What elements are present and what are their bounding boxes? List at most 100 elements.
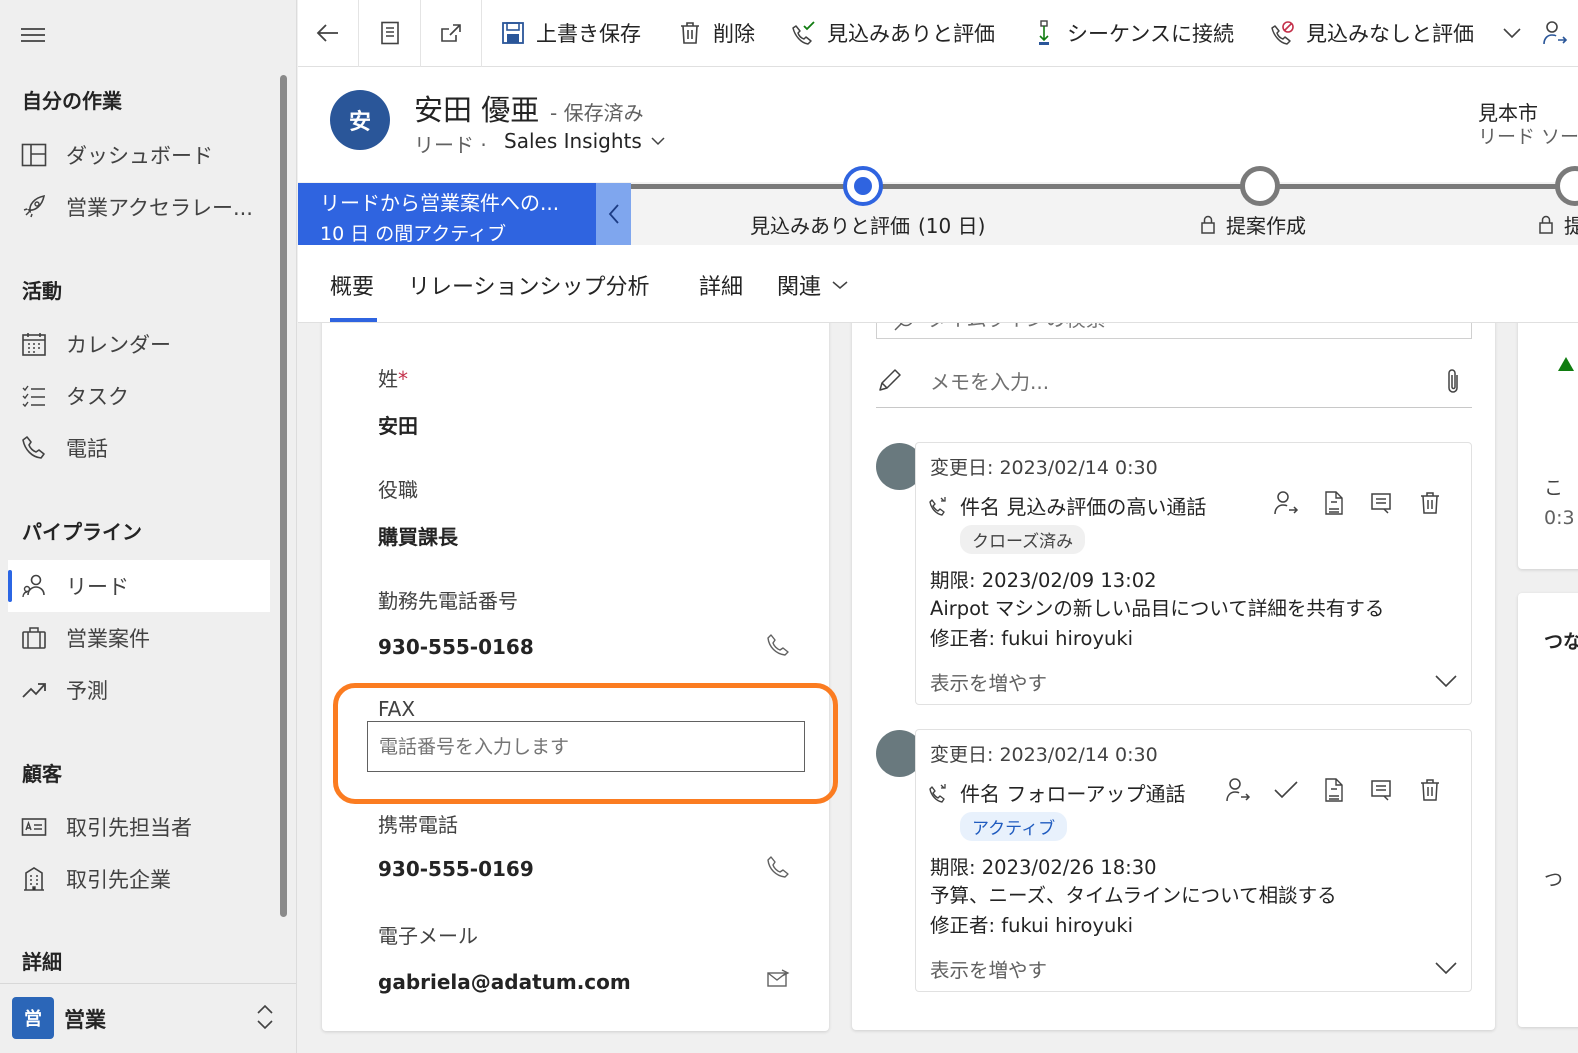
mobile-phone-value[interactable]: 930-555-0169: [378, 857, 534, 881]
tab-related[interactable]: 関連: [777, 269, 849, 301]
job-title-value[interactable]: 購買課長: [378, 521, 458, 550]
timeline-entry[interactable]: 変更日: 2023/02/14 0:30 件名 フォローアップ通話 アクティブ …: [915, 729, 1472, 992]
timeline-card: タイムラインの検索 メモを入力... 変更日: 2023/02/14 0:30 …: [852, 323, 1495, 1030]
entry-subject[interactable]: 件名 見込み評価の高い通話: [928, 491, 1206, 520]
timeline-search-placeholder: タイムラインの検索: [927, 323, 1106, 332]
checkmark-icon[interactable]: [1272, 776, 1300, 804]
job-title-label: 役職: [378, 478, 418, 502]
sidebar-scrollbar[interactable]: [280, 75, 287, 917]
stage-dot[interactable]: [1240, 166, 1280, 206]
email-value[interactable]: gabriela@adatum.com: [378, 970, 631, 994]
stage-qualify[interactable]: 見込みありと評価 (10 日): [750, 210, 985, 239]
delete-button[interactable]: 削除: [659, 0, 773, 67]
last-name-value[interactable]: 安田: [378, 410, 418, 439]
back-arrow-icon: [316, 23, 340, 43]
add-to-queue-icon[interactable]: [1320, 776, 1348, 804]
calendar-icon: [20, 330, 48, 358]
connect-sequence-button[interactable]: シーケンスに接続: [1013, 0, 1252, 67]
trend-up-arrow-icon: [1558, 357, 1574, 371]
assign-icon[interactable]: [1272, 489, 1300, 517]
hamburger-menu-icon[interactable]: [20, 24, 46, 46]
record-title: 安田 優亜: [414, 93, 540, 127]
open-record-icon[interactable]: [1368, 489, 1396, 517]
rocket-icon: [20, 193, 48, 221]
process-name-flyout[interactable]: リードから営業案件への... 10 日 の間アクティブ: [298, 183, 596, 245]
lock-icon: [1538, 215, 1554, 235]
disqualify-button[interactable]: 見込みなしと評価: [1252, 0, 1492, 67]
open-record-icon[interactable]: [1368, 776, 1396, 804]
tab-details[interactable]: 詳細: [699, 269, 743, 301]
briefcase-icon: [20, 624, 48, 652]
call-phone-icon[interactable]: [766, 855, 790, 879]
phone-call-icon: [929, 783, 946, 803]
dashboard-icon: [20, 141, 48, 169]
add-to-queue-icon[interactable]: [1320, 489, 1348, 517]
sidebar-item-forecast[interactable]: 予測: [8, 664, 270, 716]
sidebar-item-phone-calls[interactable]: 電話: [8, 422, 270, 474]
sidebar-item-sales-accelerator[interactable]: 営業アクセラレー...: [8, 181, 270, 233]
business-phone-value[interactable]: 930-555-0168: [378, 635, 534, 659]
more-commands-chevron[interactable]: [1492, 0, 1532, 67]
trash-icon[interactable]: [1416, 776, 1444, 804]
entry-modified-by: 修正者: fukui hiroyuki: [930, 627, 1134, 650]
sidebar-item-contacts[interactable]: 取引先担当者: [8, 801, 270, 853]
entity-name: リード ·: [414, 133, 487, 157]
phone-icon: [20, 434, 48, 462]
chevron-down-icon[interactable]: [1433, 667, 1459, 693]
timeline-search[interactable]: タイムラインの検索: [876, 323, 1472, 339]
entry-modified-by: 修正者: fukui hiroyuki: [930, 914, 1134, 937]
up-down-chevron-icon[interactable]: [253, 1002, 277, 1032]
entry-subject[interactable]: 件名 フォローアップ通話: [928, 778, 1186, 807]
task-list-icon: [20, 382, 48, 410]
stage-propose[interactable]: 提: [1538, 210, 1578, 239]
call-phone-icon[interactable]: [766, 633, 790, 657]
assign-icon[interactable]: [1224, 776, 1252, 804]
chevron-down-icon[interactable]: [1433, 954, 1459, 980]
building-icon: [20, 865, 48, 893]
tab-relationship-analytics[interactable]: リレーションシップ分析: [408, 269, 650, 301]
show-more-link[interactable]: 表示を増やす: [930, 954, 1047, 983]
stage-develop[interactable]: 提案作成: [1200, 210, 1306, 239]
group-details: 詳細: [22, 950, 62, 974]
pencil-icon: [879, 369, 901, 391]
sidebar-item-label: カレンダー: [66, 333, 171, 357]
timeline-entry[interactable]: 変更日: 2023/02/14 0:30 件名 見込み評価の高い通話 クローズ済…: [915, 442, 1472, 705]
show-more-link[interactable]: 表示を増やす: [930, 667, 1047, 696]
paperclip-icon[interactable]: [1442, 367, 1464, 395]
trash-icon[interactable]: [1416, 489, 1444, 517]
sidebar-item-label: リード: [66, 575, 129, 599]
stage-active-dot[interactable]: [843, 166, 883, 206]
fax-input[interactable]: [367, 721, 805, 772]
send-email-icon[interactable]: [766, 967, 790, 991]
sidebar-item-leads[interactable]: リード: [8, 560, 270, 612]
entry-due-date: 期限: 2023/02/26 18:30: [930, 856, 1157, 879]
collapse-process-button[interactable]: [596, 183, 631, 245]
note-input[interactable]: メモを入力...: [876, 353, 1472, 408]
sidebar-item-label: タスク: [66, 385, 129, 409]
sidebar-item-tasks[interactable]: タスク: [8, 370, 270, 422]
sidebar-item-opportunities[interactable]: 営業案件: [8, 612, 270, 664]
sidebar-item-dashboard[interactable]: ダッシュボード: [8, 129, 270, 181]
form-selector[interactable]: Sales Insights: [504, 129, 666, 153]
form-tabs: 概要 リレーションシップ分析 詳細 関連: [298, 245, 1578, 323]
sidebar-item-accounts[interactable]: 取引先企業: [8, 853, 270, 905]
process-duration: 10 日 の間アクティブ: [320, 223, 507, 245]
assign-button[interactable]: [1532, 0, 1578, 67]
insight-time: 0:3: [1544, 507, 1575, 529]
tab-summary[interactable]: 概要: [330, 269, 374, 301]
form-view-button[interactable]: [359, 0, 421, 67]
trend-up-icon: [20, 676, 48, 704]
mobile-phone-label: 携帯電話: [378, 813, 458, 837]
search-icon: [893, 323, 915, 332]
back-button[interactable]: [298, 0, 360, 67]
sidebar-item-calendar[interactable]: カレンダー: [8, 318, 270, 370]
area-switcher[interactable]: 営 営業: [0, 983, 296, 1053]
stage-develop-label: 提案作成: [1226, 214, 1306, 238]
entry-due-date: 期限: 2023/02/09 13:02: [930, 569, 1157, 592]
command-bar: 上書き保存 削除 見込みありと評価 シーケンスに接続 見込みなしと評価: [298, 0, 1578, 67]
save-button[interactable]: 上書き保存: [482, 0, 659, 67]
record-header: 安 安田 優亜 - 保存済み リード · Sales Insights 見本市 …: [298, 67, 1578, 182]
save-label: 上書き保存: [536, 22, 642, 46]
open-new-window-button[interactable]: [421, 0, 483, 67]
qualify-button[interactable]: 見込みありと評価: [773, 0, 1013, 67]
